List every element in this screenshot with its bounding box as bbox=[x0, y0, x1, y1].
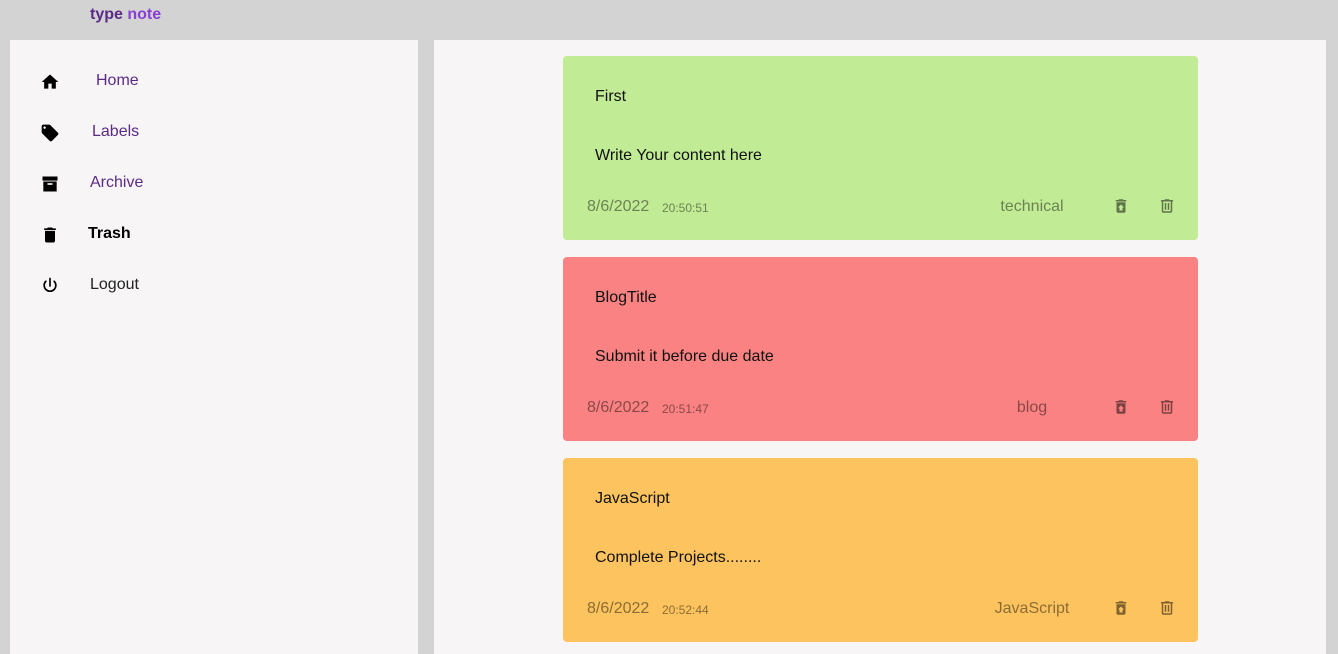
sidebar-item-labels[interactable]: Labels bbox=[10, 112, 418, 152]
note-time: 20:51:47 bbox=[662, 402, 709, 416]
tag-icon bbox=[40, 123, 60, 143]
restore-from-trash-icon bbox=[1115, 199, 1127, 213]
restore-from-trash-icon bbox=[1115, 601, 1127, 615]
power-icon bbox=[40, 276, 60, 296]
archive-icon bbox=[40, 174, 60, 194]
sidebar-item-label: Archive bbox=[90, 174, 144, 191]
note-title: JavaScript bbox=[595, 490, 670, 507]
sidebar-item-logout[interactable]: Logout bbox=[10, 265, 418, 305]
note-time: 20:52:44 bbox=[662, 603, 709, 617]
sidebar-item-label: Home bbox=[96, 72, 139, 89]
delete-icon bbox=[1161, 601, 1173, 615]
restore-from-trash-icon bbox=[1115, 400, 1127, 414]
delete-forever-button[interactable] bbox=[1158, 196, 1176, 216]
note-title: First bbox=[595, 88, 627, 105]
delete-forever-button[interactable] bbox=[1158, 598, 1176, 618]
app-logo: type note bbox=[90, 6, 161, 24]
note-label: JavaScript bbox=[994, 600, 1070, 617]
note-card[interactable]: BlogTitle Submit it before due date 8/6/… bbox=[563, 257, 1198, 441]
delete-icon bbox=[1161, 199, 1173, 213]
note-date: 8/6/2022 bbox=[587, 399, 650, 416]
note-time: 20:50:51 bbox=[662, 201, 709, 215]
delete-forever-button[interactable] bbox=[1158, 397, 1176, 417]
note-card[interactable]: JavaScript Complete Projects........ 8/6… bbox=[563, 458, 1198, 642]
sidebar: Home Labels Archive Trash Logout bbox=[10, 40, 418, 654]
note-date: 8/6/2022 bbox=[587, 600, 650, 617]
sidebar-item-archive[interactable]: Archive bbox=[10, 163, 418, 203]
delete-icon bbox=[1161, 400, 1173, 414]
restore-button[interactable] bbox=[1112, 196, 1130, 216]
note-date: 8/6/2022 bbox=[587, 198, 650, 215]
sidebar-item-home[interactable]: Home bbox=[10, 61, 418, 101]
notes-area: First Write Your content here 8/6/2022 2… bbox=[434, 40, 1326, 654]
sidebar-item-label: Logout bbox=[90, 276, 139, 293]
note-label: blog bbox=[1016, 399, 1048, 416]
home-icon bbox=[40, 72, 60, 92]
restore-button[interactable] bbox=[1112, 598, 1130, 618]
logo-part-note: note bbox=[127, 6, 162, 23]
sidebar-item-label: Trash bbox=[88, 225, 131, 242]
note-label: technical bbox=[1000, 198, 1064, 215]
sidebar-item-trash[interactable]: Trash bbox=[10, 214, 418, 254]
note-card[interactable]: First Write Your content here 8/6/2022 2… bbox=[563, 56, 1198, 240]
logo-part-type: type bbox=[90, 6, 123, 23]
trash-icon bbox=[40, 225, 60, 245]
restore-button[interactable] bbox=[1112, 397, 1130, 417]
note-content: Submit it before due date bbox=[595, 348, 774, 365]
note-title: BlogTitle bbox=[595, 289, 657, 306]
sidebar-item-label: Labels bbox=[92, 123, 140, 140]
note-content: Write Your content here bbox=[595, 147, 762, 164]
note-content: Complete Projects........ bbox=[595, 549, 762, 566]
